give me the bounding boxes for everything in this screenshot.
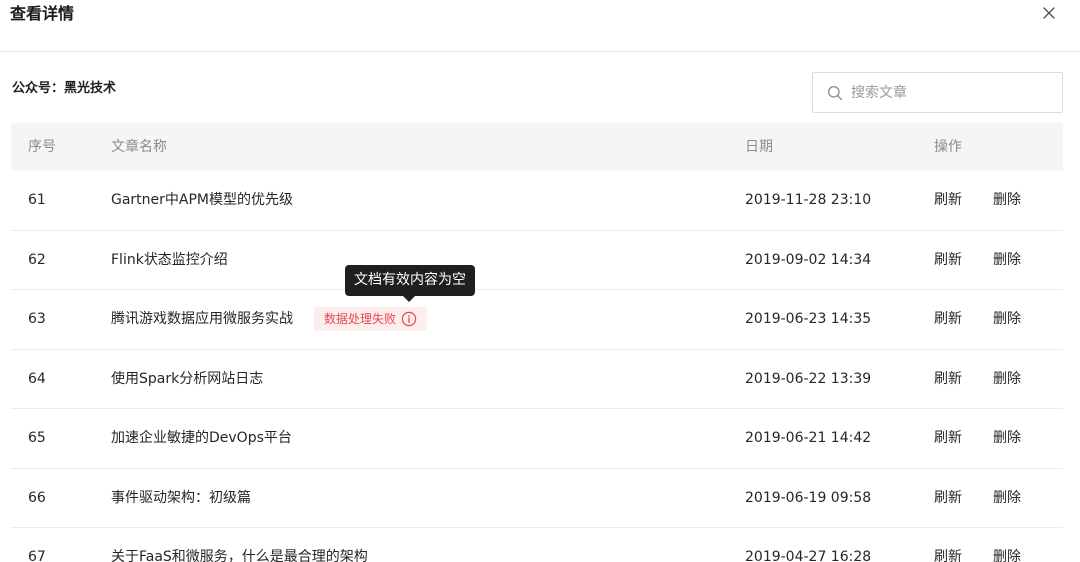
- refresh-button[interactable]: 刷新: [934, 369, 962, 389]
- row-name: Gartner中APM模型的优先级: [111, 192, 294, 208]
- row-date: 2019-06-21 14:42: [745, 430, 872, 446]
- row-num: 62: [28, 251, 46, 268]
- header-date: 日期: [745, 139, 773, 155]
- row-name: 腾讯游戏数据应用微服务实战: [111, 311, 293, 327]
- row-date: 2019-06-19 09:58: [745, 489, 872, 506]
- header-num: 序号: [28, 139, 56, 155]
- row-name: 关于FaaS和微服务，什么是最合理的架构: [111, 549, 368, 562]
- row-num: 65: [28, 430, 46, 446]
- delete-button[interactable]: 删除: [993, 369, 1021, 389]
- status-text: 数据处理失败: [324, 312, 397, 326]
- tooltip-text: 文档有效内容为空: [354, 272, 466, 288]
- delete-button[interactable]: 删除: [993, 250, 1021, 270]
- row-num: 64: [28, 370, 46, 387]
- delete-button[interactable]: 删除: [993, 547, 1021, 562]
- refresh-button[interactable]: 刷新: [934, 190, 962, 210]
- row-num: 61: [28, 192, 46, 208]
- status-badge: 数据处理失败: [314, 307, 428, 331]
- table-row: 67 关于FaaS和微服务，什么是最合理的架构 2019-04-27 16:28…: [11, 528, 1063, 562]
- dialog-title: 查看详情: [10, 4, 75, 23]
- row-name: 事件驱动架构：初级篇: [111, 489, 251, 506]
- refresh-button[interactable]: 刷新: [934, 250, 962, 270]
- row-date: 2019-04-27 16:28: [745, 549, 872, 562]
- row-date: 2019-06-22 13:39: [745, 370, 872, 387]
- refresh-button[interactable]: 刷新: [934, 428, 962, 448]
- table-row: 61 Gartner中APM模型的优先级 2019-11-28 23:10 刷新…: [11, 171, 1063, 231]
- row-name: 加速企业敏捷的DevOps平台: [111, 430, 292, 446]
- article-table: 序号 文章名称 日期 操作 61 Gartner中APM模型的优先级 2019-…: [11, 123, 1063, 562]
- tooltip-arrow: [403, 296, 415, 302]
- header-name: 文章名称: [111, 139, 167, 155]
- dialog-header: 查看详情: [0, 0, 1080, 52]
- search-input[interactable]: [851, 81, 1051, 105]
- table-row: 65 加速企业敏捷的DevOps平台 2019-06-21 14:42 刷新 删…: [11, 409, 1063, 469]
- row-name: 使用Spark分析网站日志: [111, 370, 264, 387]
- row-date: 2019-11-28 23:10: [745, 192, 872, 208]
- delete-button[interactable]: 删除: [993, 190, 1021, 210]
- row-num: 67: [28, 549, 46, 562]
- tooltip: 文档有效内容为空: [345, 265, 475, 302]
- delete-button[interactable]: 删除: [993, 309, 1021, 329]
- row-date: 2019-06-23 14:35: [745, 311, 872, 327]
- search-box[interactable]: [812, 72, 1063, 113]
- table-row: 62 Flink状态监控介绍 2019-09-02 14:34 刷新 删除: [11, 231, 1063, 290]
- delete-button[interactable]: 删除: [993, 428, 1021, 448]
- row-name: Flink状态监控介绍: [111, 251, 228, 268]
- refresh-button[interactable]: 刷新: [934, 488, 962, 508]
- table-row: 66 事件驱动架构：初级篇 2019-06-19 09:58 刷新 删除: [11, 469, 1063, 528]
- row-date: 2019-09-02 14:34: [745, 251, 872, 268]
- account-label: 公众号：黑光技术: [12, 81, 117, 96]
- row-num: 63: [28, 311, 46, 327]
- refresh-button[interactable]: 刷新: [934, 309, 962, 329]
- search-icon: [827, 85, 843, 101]
- delete-button[interactable]: 删除: [993, 488, 1021, 508]
- refresh-button[interactable]: 刷新: [934, 547, 962, 562]
- info-icon[interactable]: [401, 311, 417, 327]
- table-header: 序号 文章名称 日期 操作: [11, 123, 1063, 171]
- row-num: 66: [28, 489, 46, 506]
- close-icon[interactable]: [1038, 2, 1060, 24]
- header-ops: 操作: [934, 139, 962, 155]
- table-row: 64 使用Spark分析网站日志 2019-06-22 13:39 刷新 删除: [11, 350, 1063, 409]
- table-row: 63 腾讯游戏数据应用微服务实战 数据处理失败 2019-06-23 14:35…: [11, 290, 1063, 350]
